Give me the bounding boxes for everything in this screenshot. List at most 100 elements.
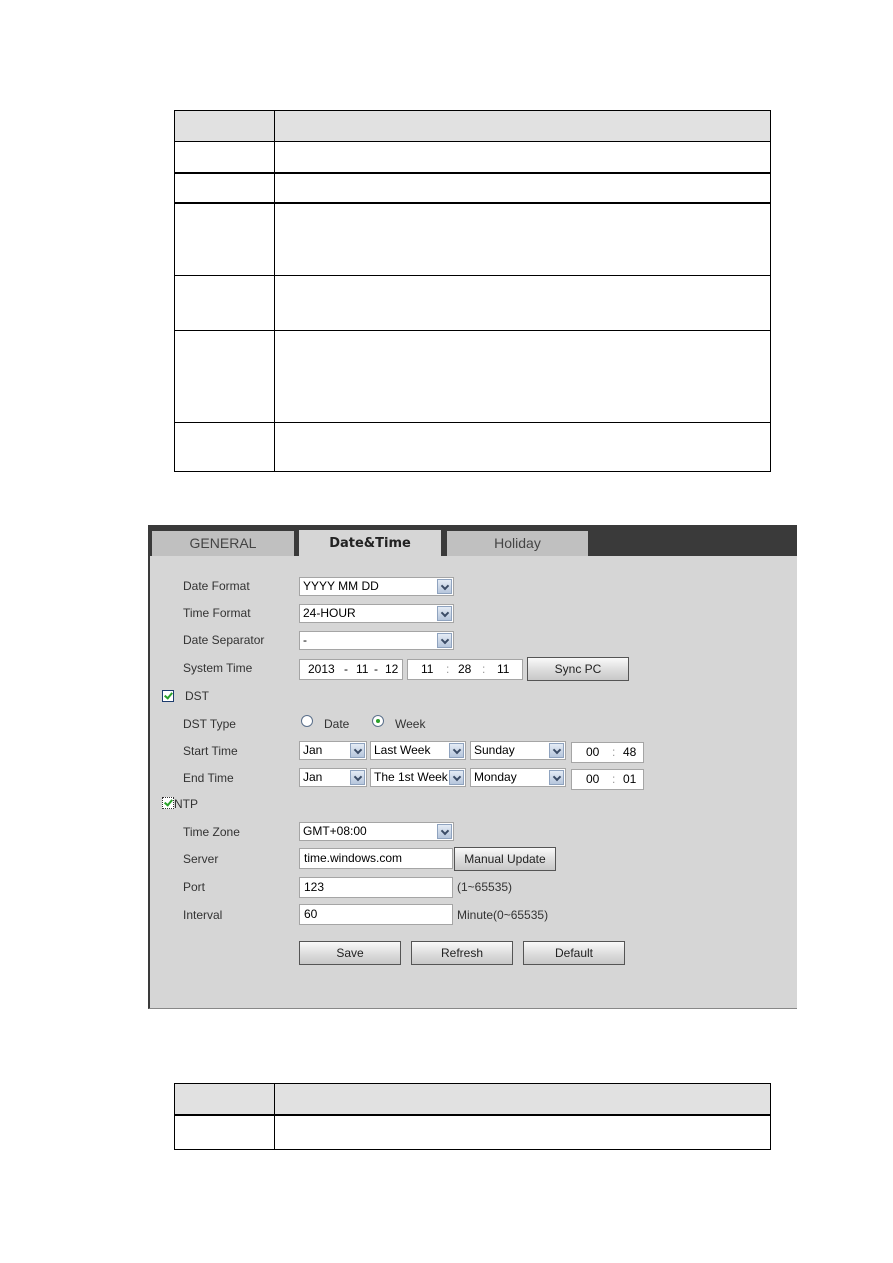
table-cell	[274, 171, 771, 203]
table-cell	[274, 141, 771, 173]
bottom-description-table	[174, 1083, 771, 1150]
end-minute-field[interactable]: 01	[623, 770, 636, 789]
server-label: Server	[183, 852, 219, 866]
port-range-hint: (1~65535)	[457, 880, 513, 894]
interval-label: Interval	[183, 908, 223, 922]
table-header-cell	[274, 1083, 771, 1115]
date-sep: -	[374, 662, 378, 676]
start-day-select[interactable]: Sunday	[470, 741, 566, 760]
end-time-input[interactable]: 00 : 01	[571, 769, 644, 790]
table-cell	[174, 330, 275, 423]
interval-input[interactable]: 60	[299, 904, 453, 925]
start-week-value: Last Week	[374, 743, 431, 757]
table-cell	[274, 275, 771, 331]
dst-type-week-radio[interactable]	[372, 715, 384, 727]
server-input[interactable]: time.windows.com	[299, 848, 453, 869]
table-header-cell	[174, 110, 275, 142]
save-button[interactable]: Save	[299, 941, 401, 965]
interval-range-hint: Minute(0~65535)	[457, 908, 549, 922]
year-field[interactable]: 2013	[308, 660, 335, 679]
table-cell	[174, 1113, 275, 1150]
start-minute-field[interactable]: 48	[623, 743, 636, 762]
port-label: Port	[183, 880, 206, 894]
manual-update-button[interactable]: Manual Update	[454, 847, 556, 871]
time-sep: :	[446, 662, 450, 676]
chevron-down-icon[interactable]	[437, 579, 452, 594]
chevron-down-icon[interactable]	[350, 743, 365, 758]
system-clock-input[interactable]: 11 : 28 : 11	[407, 659, 523, 680]
start-week-select[interactable]: Last Week	[370, 741, 466, 760]
time-sep: :	[612, 772, 616, 786]
hour-field[interactable]: 11	[421, 660, 433, 679]
table-header-cell	[174, 1083, 275, 1115]
default-button[interactable]: Default	[523, 941, 625, 965]
end-week-value: The 1st Week	[374, 770, 448, 784]
table-cell	[174, 171, 275, 203]
chevron-down-icon[interactable]	[437, 606, 452, 621]
chevron-down-icon[interactable]	[449, 743, 464, 758]
chevron-down-icon[interactable]	[350, 770, 365, 785]
time-zone-select[interactable]: GMT+08:00	[299, 822, 454, 841]
top-description-table	[174, 110, 771, 472]
day-field[interactable]: 12	[385, 660, 398, 679]
ntp-checkbox[interactable]	[162, 797, 174, 809]
time-format-value: 24-HOUR	[303, 606, 356, 620]
time-format-select[interactable]: 24-HOUR	[299, 604, 454, 623]
table-cell	[174, 422, 275, 472]
date-separator-select[interactable]: -	[299, 631, 454, 650]
time-sep: :	[482, 662, 486, 676]
dst-type-week-label: Week	[395, 717, 426, 731]
tab-bar: GENERAL Date&Time Holiday	[150, 525, 797, 556]
sync-pc-button[interactable]: Sync PC	[527, 657, 629, 681]
month-field[interactable]: 11	[356, 660, 368, 679]
table-cell	[174, 201, 275, 276]
dst-type-date-radio[interactable]	[301, 715, 313, 727]
start-time-label: Start Time	[183, 744, 238, 758]
dst-checkbox[interactable]	[162, 690, 174, 702]
system-date-input[interactable]: 2013 - 11 - 12	[299, 659, 403, 680]
date-format-value: YYYY MM DD	[303, 579, 379, 593]
system-time-label: System Time	[183, 661, 253, 675]
table-cell	[174, 275, 275, 331]
refresh-button[interactable]: Refresh	[411, 941, 513, 965]
table-header-cell	[274, 110, 771, 142]
date-time-settings-panel: GENERAL Date&Time Holiday Date Format YY…	[148, 525, 797, 1009]
time-sep: :	[612, 745, 616, 759]
end-month-value: Jan	[303, 770, 323, 784]
date-format-select[interactable]: YYYY MM DD	[299, 577, 454, 596]
minute-field[interactable]: 28	[458, 660, 471, 679]
date-sep: -	[344, 662, 348, 676]
time-zone-label: Time Zone	[183, 825, 240, 839]
ntp-label: NTP	[174, 797, 198, 811]
dst-label: DST	[185, 689, 209, 703]
tab-general[interactable]: GENERAL	[152, 531, 294, 556]
table-cell	[274, 201, 771, 276]
chevron-down-icon[interactable]	[437, 633, 452, 648]
date-separator-value: -	[303, 633, 307, 647]
table-cell	[274, 330, 771, 423]
tab-date-time[interactable]: Date&Time	[299, 530, 441, 556]
end-day-value: Monday	[474, 770, 517, 784]
dst-type-date-label: Date	[324, 717, 350, 731]
port-input[interactable]: 123	[299, 877, 453, 898]
chevron-down-icon[interactable]	[549, 743, 564, 758]
chevron-down-icon[interactable]	[449, 770, 464, 785]
start-hour-field[interactable]: 00	[586, 743, 599, 762]
end-week-select[interactable]: The 1st Week	[370, 768, 466, 787]
end-month-select[interactable]: Jan	[299, 768, 367, 787]
dst-type-label: DST Type	[183, 717, 236, 731]
tab-holiday[interactable]: Holiday	[447, 531, 588, 556]
chevron-down-icon[interactable]	[437, 824, 452, 839]
end-hour-field[interactable]: 00	[586, 770, 599, 789]
time-zone-value: GMT+08:00	[303, 824, 367, 838]
end-time-label: End Time	[183, 771, 234, 785]
start-day-value: Sunday	[474, 743, 515, 757]
start-time-input[interactable]: 00 : 48	[571, 742, 644, 763]
table-cell	[274, 1113, 771, 1150]
table-cell	[274, 422, 771, 472]
start-month-value: Jan	[303, 743, 323, 757]
end-day-select[interactable]: Monday	[470, 768, 566, 787]
chevron-down-icon[interactable]	[549, 770, 564, 785]
start-month-select[interactable]: Jan	[299, 741, 367, 760]
second-field[interactable]: 11	[497, 660, 509, 679]
